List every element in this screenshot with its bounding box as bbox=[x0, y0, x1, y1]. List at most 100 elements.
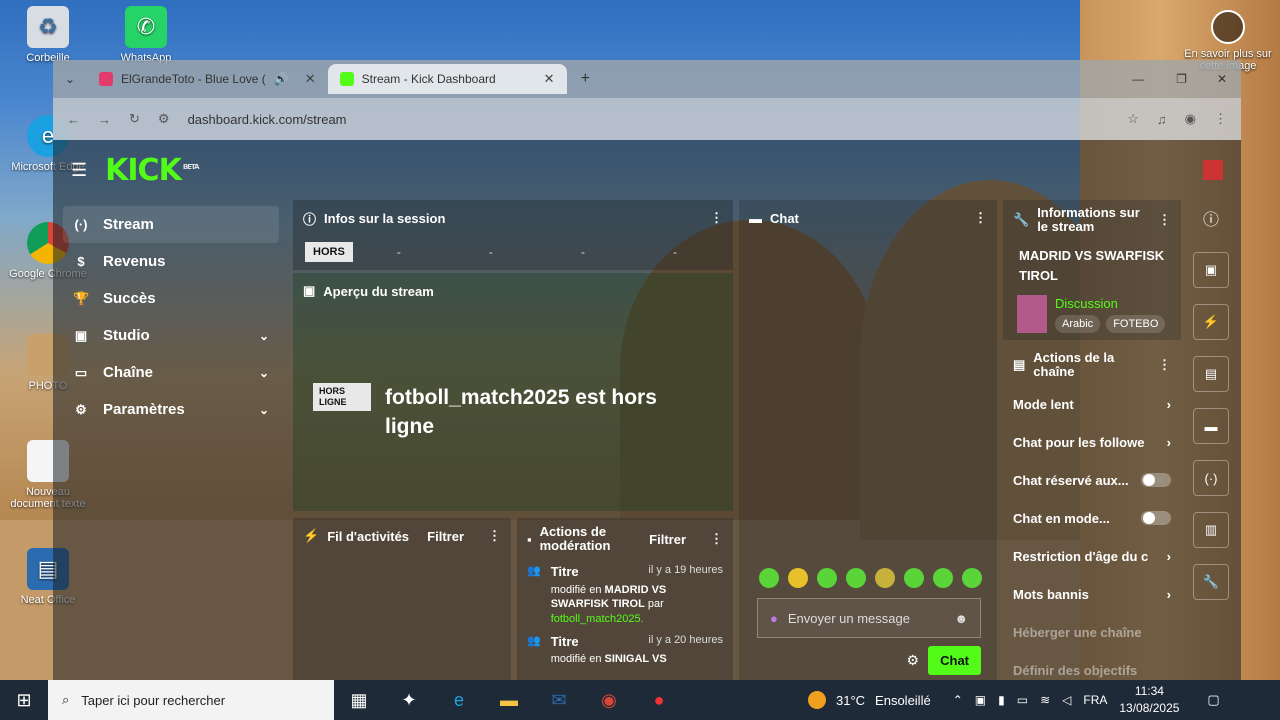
copilot-icon[interactable]: ✦ bbox=[384, 690, 434, 711]
action-age-restriction[interactable]: Restriction d'âge du c › bbox=[1003, 537, 1181, 575]
clock[interactable]: 11:34 13/08/2025 bbox=[1119, 683, 1179, 717]
stream-preview-panel: ▣ Aperçu du stream HORS LIGNE fotboll_ma… bbox=[293, 273, 733, 511]
microphone-icon[interactable]: ● bbox=[770, 611, 778, 626]
more-options-icon[interactable]: ⋮ bbox=[710, 531, 723, 547]
chevron-up-icon[interactable]: ⌃ bbox=[953, 693, 963, 707]
back-icon[interactable]: ← bbox=[67, 112, 80, 127]
filter-button[interactable]: Filtrer bbox=[649, 532, 686, 547]
language-indicator[interactable]: FRA bbox=[1083, 693, 1107, 707]
hamburger-menu-icon[interactable]: ☰ bbox=[71, 160, 87, 181]
battery-icon[interactable]: ▭ bbox=[1017, 693, 1028, 707]
weather-widget[interactable]: 31°C Ensoleillé bbox=[808, 691, 931, 709]
volume-icon[interactable]: ◁ bbox=[1062, 693, 1071, 707]
studio-icon: ▣ bbox=[74, 327, 88, 343]
sidebar-item-parametres[interactable]: ⚙ Paramètres ⌄ bbox=[63, 391, 279, 428]
url-input[interactable]: dashboard.kick.com/stream bbox=[188, 112, 1110, 127]
media-control-icon[interactable]: ♫ bbox=[1157, 112, 1167, 127]
taskbar-search-input[interactable]: ⌕ Taper ici pour rechercher bbox=[48, 680, 334, 720]
emote-icon[interactable] bbox=[904, 568, 924, 588]
info-circle-icon[interactable]: ⓘ bbox=[1193, 200, 1229, 236]
more-options-icon[interactable]: ⋮ bbox=[1158, 357, 1171, 373]
maximize-icon[interactable]: ❐ bbox=[1176, 72, 1187, 86]
chat-message-input[interactable]: ● Envoyer un message ☻ bbox=[757, 598, 981, 638]
tab-music[interactable]: ElGrandeToto - Blue Love ( 🔊 ✕ bbox=[87, 64, 328, 94]
chat-settings-icon[interactable]: ⚙ bbox=[906, 652, 919, 669]
recycle-bin-icon: ♻ bbox=[27, 6, 69, 48]
tray-app-icon[interactable]: ▣ bbox=[975, 693, 986, 707]
category-link[interactable]: Discussion bbox=[1055, 296, 1165, 311]
kick-favicon-icon bbox=[339, 72, 354, 86]
file-explorer-icon[interactable]: ▬ bbox=[484, 690, 534, 711]
menu-kebab-icon[interactable]: ⋮ bbox=[1214, 111, 1227, 127]
more-options-icon[interactable]: ⋮ bbox=[488, 528, 501, 544]
windows-start-icon[interactable]: ⊞ bbox=[0, 690, 48, 711]
action-host-channel[interactable]: Héberger une chaîne bbox=[1003, 613, 1181, 651]
emote-icon[interactable] bbox=[759, 568, 779, 588]
right-toolbar: ⓘ ▣ ⚡ ▤ ▬ (·) ▥ 🔧 bbox=[1193, 200, 1229, 616]
lightning-tool-icon[interactable]: ⚡ bbox=[1193, 304, 1229, 340]
chat-tool-icon[interactable]: ▬ bbox=[1193, 408, 1229, 444]
task-view-icon[interactable]: ▦ bbox=[334, 690, 384, 711]
profile-icon[interactable]: ◉ bbox=[1185, 111, 1196, 127]
emote-icon[interactable] bbox=[962, 568, 982, 588]
action-chat-mode[interactable]: Chat en mode... bbox=[1003, 499, 1181, 537]
user-avatar[interactable] bbox=[1203, 160, 1223, 180]
action-banned-words[interactable]: Mots bannis › bbox=[1003, 575, 1181, 613]
close-tab-icon[interactable]: ✕ bbox=[305, 71, 316, 87]
toggle-switch[interactable] bbox=[1141, 511, 1171, 525]
sidebar-item-succes[interactable]: 🏆 Succès bbox=[63, 280, 279, 317]
tab-kick-dashboard[interactable]: Stream - Kick Dashboard ✕ bbox=[327, 64, 567, 94]
emoji-icon[interactable]: ☻ bbox=[954, 611, 968, 626]
tab-search-icon[interactable]: ⌄ bbox=[53, 72, 87, 86]
edge-taskbar-icon[interactable]: e bbox=[434, 690, 484, 711]
minimize-icon[interactable]: — bbox=[1132, 72, 1144, 86]
bookmark-star-icon[interactable]: ☆ bbox=[1127, 111, 1139, 127]
action-followers-chat[interactable]: Chat pour les followe › bbox=[1003, 423, 1181, 461]
emote-icon[interactable] bbox=[875, 568, 895, 588]
chat-send-button[interactable]: Chat bbox=[928, 646, 981, 675]
action-subscriber-chat[interactable]: Chat réservé aux... bbox=[1003, 461, 1181, 499]
audio-icon[interactable]: 🔊 bbox=[274, 72, 289, 86]
sidebar-item-stream[interactable]: (·) Stream bbox=[63, 206, 279, 243]
toggle-switch[interactable] bbox=[1141, 473, 1171, 487]
chrome-taskbar-icon[interactable]: ◉ bbox=[584, 690, 634, 711]
desktop-icon-whatsapp[interactable]: ✆ WhatsApp bbox=[106, 6, 186, 64]
broadcast-tool-icon[interactable]: (·) bbox=[1193, 460, 1229, 496]
info-icon: ⓘ bbox=[303, 211, 317, 227]
action-slow-mode[interactable]: Mode lent › bbox=[1003, 385, 1181, 423]
forward-icon[interactable]: → bbox=[98, 112, 111, 127]
emote-icon[interactable] bbox=[846, 568, 866, 588]
more-options-icon[interactable]: ⋮ bbox=[710, 210, 723, 226]
usb-icon[interactable]: ▮ bbox=[998, 693, 1005, 707]
filter-button[interactable]: Filtrer bbox=[427, 529, 464, 544]
taskbar: ⊞ ⌕ Taper ici pour rechercher ▦ ✦ e ▬ ✉ … bbox=[0, 680, 1280, 720]
emote-icon[interactable] bbox=[788, 568, 808, 588]
sidebar-item-revenus[interactable]: $ Revenus bbox=[63, 243, 279, 280]
outlook-icon[interactable]: ✉ bbox=[534, 690, 584, 711]
desktop-icon-recycle-bin[interactable]: ♻ Corbeille bbox=[8, 6, 88, 64]
emote-icon[interactable] bbox=[817, 568, 837, 588]
action-set-goals[interactable]: Définir des objectifs bbox=[1003, 651, 1181, 680]
username-link[interactable]: fotboll_match2025. bbox=[551, 613, 644, 625]
moderation-actions-panel: ▪ Actions de modération Filtrer ⋮ 👥 Titr… bbox=[517, 518, 733, 680]
document-tool-icon[interactable]: ▤ bbox=[1193, 356, 1229, 392]
kick-logo[interactable]: KICK BETA bbox=[105, 153, 199, 188]
preview-icon: ▣ bbox=[303, 283, 316, 298]
sidebar-item-chaine[interactable]: ▭ Chaîne ⌄ bbox=[63, 354, 279, 391]
notification-icon[interactable]: ▢ bbox=[1207, 692, 1219, 708]
wifi-icon[interactable]: ≋ bbox=[1040, 693, 1050, 707]
emote-icon[interactable] bbox=[933, 568, 953, 588]
offline-notice: HORS LIGNE fotboll_match2025 est hors li… bbox=[313, 383, 705, 442]
site-info-icon[interactable]: ⚙ bbox=[158, 111, 170, 127]
close-tab-icon[interactable]: ✕ bbox=[544, 71, 555, 87]
more-options-icon[interactable]: ⋮ bbox=[1158, 212, 1171, 228]
preview-tool-icon[interactable]: ▣ bbox=[1193, 252, 1229, 288]
layout-tool-icon[interactable]: ▥ bbox=[1193, 512, 1229, 548]
new-tab-button[interactable]: + bbox=[581, 70, 590, 88]
sidebar-item-studio[interactable]: ▣ Studio ⌄ bbox=[63, 317, 279, 354]
app-taskbar-icon[interactable]: ● bbox=[634, 690, 684, 711]
reload-icon[interactable]: ↻ bbox=[129, 111, 140, 127]
wrench-tool-icon[interactable]: 🔧 bbox=[1193, 564, 1229, 600]
more-options-icon[interactable]: ⋮ bbox=[974, 210, 987, 226]
close-window-icon[interactable]: ✕ bbox=[1217, 72, 1227, 86]
